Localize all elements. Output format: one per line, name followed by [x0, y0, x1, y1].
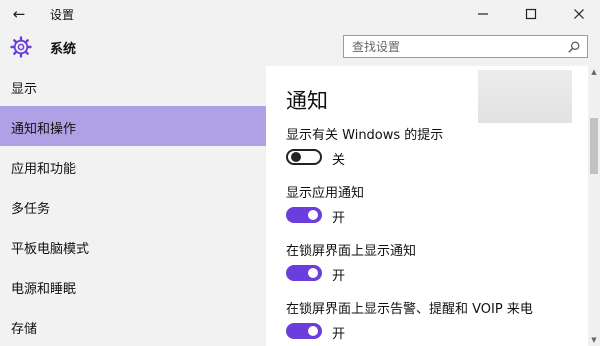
toggle-knob: [291, 152, 301, 162]
sidebar-item-storage[interactable]: 存储: [0, 306, 266, 346]
sidebar-item-power[interactable]: 电源和睡眠: [0, 266, 266, 306]
gear-icon: [10, 36, 32, 58]
scroll-up-icon[interactable]: ▲: [588, 66, 600, 78]
toggle-state-label: 关: [332, 153, 346, 168]
search-icon[interactable]: [567, 40, 581, 54]
preview-image: [478, 70, 572, 123]
toggle-knob: [308, 268, 318, 278]
header-bar: 系统: [0, 28, 600, 66]
close-icon: [574, 9, 584, 19]
sidebar-item-display[interactable]: 显示: [0, 66, 266, 106]
sidebar: 显示 通知和操作 应用和功能 多任务 平板电脑模式 电源和睡眠 存储: [0, 66, 266, 346]
sidebar-item-label: 电源和睡眠: [11, 282, 77, 297]
toggle-lockscreen-notifications[interactable]: [286, 265, 322, 281]
sidebar-item-label: 多任务: [11, 202, 51, 217]
content-pane: 通知 显示有关 Windows 的提示 关 显示应用通知 开 在锁屏界面上显示通…: [266, 66, 600, 346]
minimize-icon: [478, 13, 488, 15]
back-arrow-icon[interactable]: ←: [8, 4, 30, 24]
title-bar: ← 设置: [0, 0, 600, 28]
sidebar-item-notifications[interactable]: 通知和操作: [0, 106, 266, 146]
sidebar-item-label: 显示: [11, 82, 38, 97]
sidebar-item-label: 应用和功能: [11, 162, 77, 177]
toggle-state-label: 开: [332, 211, 346, 226]
search-box[interactable]: [343, 35, 588, 58]
toggle-knob: [308, 326, 318, 336]
option-label: 在锁屏界面上显示通知: [286, 244, 417, 259]
sidebar-item-multitasking[interactable]: 多任务: [0, 186, 266, 226]
option-label: 在锁屏界面上显示告警、提醒和 VOIP 来电: [286, 302, 533, 317]
maximize-icon: [525, 8, 537, 20]
page-title: 通知: [286, 89, 328, 113]
scrollbar-thumb[interactable]: [590, 118, 598, 174]
toggle-state-label: 开: [332, 269, 346, 284]
close-button[interactable]: [556, 0, 600, 28]
toggle-app-notifications[interactable]: [286, 207, 322, 223]
toggle-state-label: 开: [332, 327, 346, 342]
app-title: 系统: [50, 42, 77, 57]
sidebar-item-label: 存储: [11, 322, 38, 337]
window-title: 设置: [50, 8, 75, 22]
scroll-down-icon[interactable]: ▼: [588, 334, 600, 346]
option-label: 显示应用通知: [286, 186, 365, 201]
option-label: 显示有关 Windows 的提示: [286, 128, 444, 143]
toggle-knob: [308, 210, 318, 220]
toggle-windows-tips[interactable]: [286, 149, 322, 165]
sidebar-item-label: 平板电脑模式: [11, 242, 90, 257]
sidebar-item-label: 通知和操作: [11, 122, 77, 137]
maximize-button[interactable]: [508, 0, 554, 28]
toggle-lockscreen-alarms[interactable]: [286, 323, 322, 339]
scrollbar[interactable]: ▲ ▼: [588, 66, 600, 346]
sidebar-item-apps[interactable]: 应用和功能: [0, 146, 266, 186]
minimize-button[interactable]: [460, 0, 506, 28]
sidebar-item-tablet-mode[interactable]: 平板电脑模式: [0, 226, 266, 266]
search-input[interactable]: [344, 36, 567, 57]
